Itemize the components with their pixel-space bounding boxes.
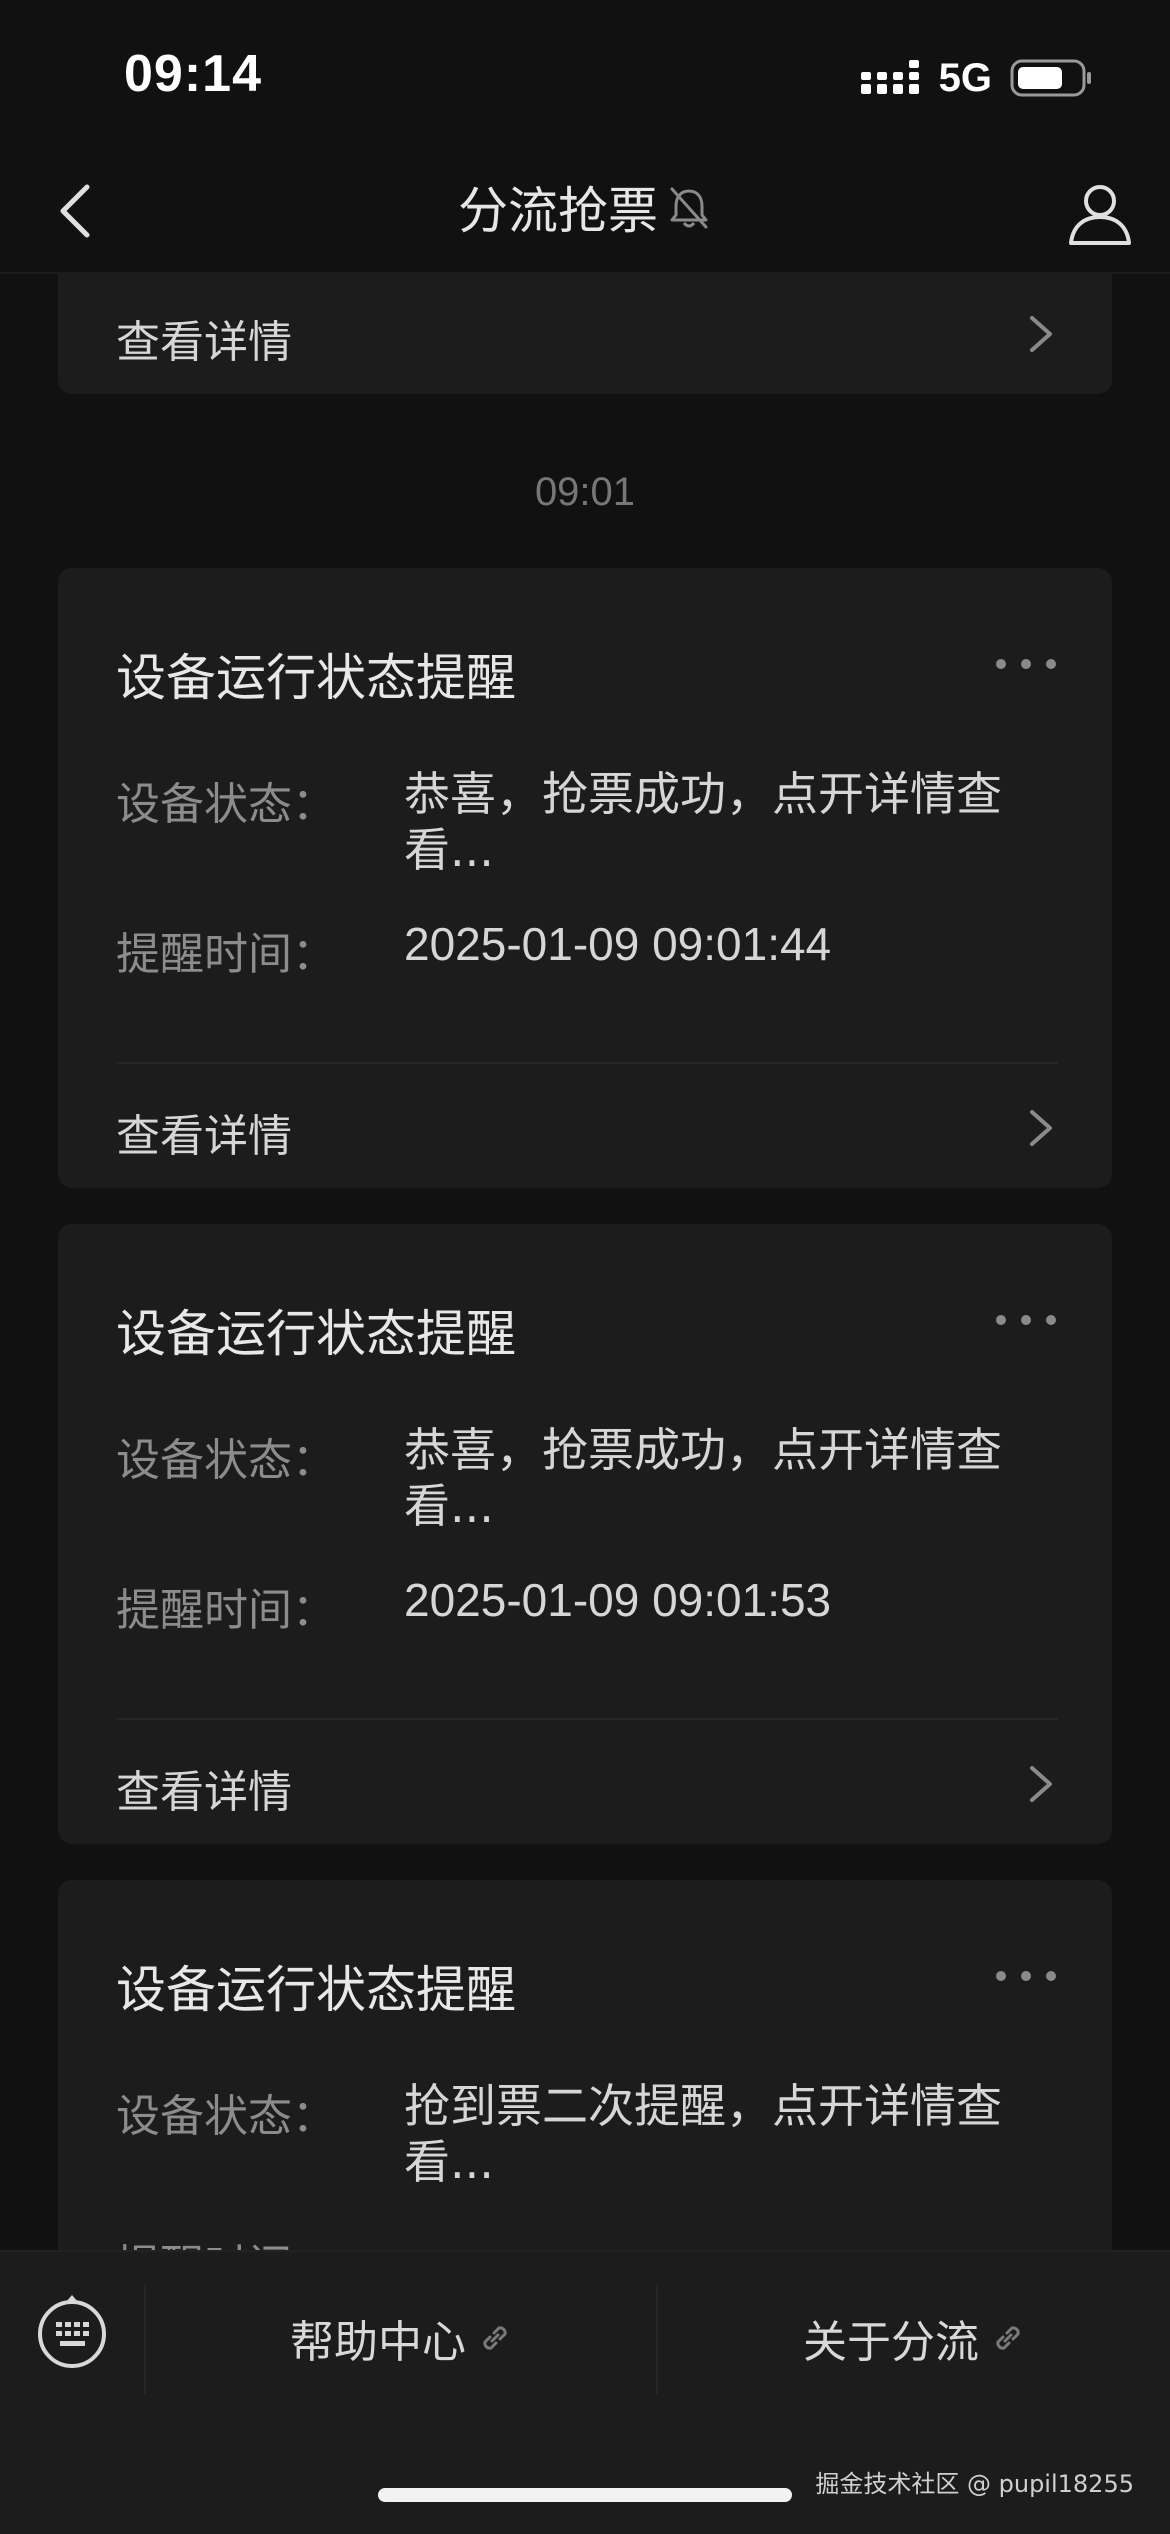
battery-icon: [1010, 59, 1091, 97]
more-options-icon[interactable]: [996, 656, 1056, 672]
status-value: 抢到票二次提醒，点开详情查看...: [404, 2079, 1002, 2189]
more-options-icon[interactable]: [996, 1312, 1056, 1328]
view-details-row[interactable]: 查看详情: [58, 1068, 1112, 1188]
menu-about[interactable]: 关于分流: [658, 2288, 1170, 2388]
chevron-right-icon: [1030, 1766, 1052, 1802]
nav-bar: 分流抢票: [0, 150, 1170, 274]
card-title: 设备运行状态提醒: [116, 1305, 516, 1363]
message-list[interactable]: 查看详情 09:01 设备运行状态提醒 设备状态： 恭喜，抢票成功，点开详情查看…: [0, 274, 1170, 2250]
keyboard-toggle-button[interactable]: [34, 2294, 110, 2370]
status-indicators: 5G: [860, 55, 1092, 100]
page-title: 分流抢票: [458, 182, 658, 240]
more-options-icon[interactable]: [996, 1968, 1056, 1984]
signal-icon: [860, 60, 919, 94]
message-card: 设备运行状态提醒 设备状态： 抢到票二次提醒，点开详情查看... 提醒时间：: [58, 1880, 1112, 2250]
status-time: 09:14: [124, 45, 262, 103]
chevron-right-icon: [1030, 1110, 1052, 1146]
network-label: 5G: [938, 55, 992, 100]
reminder-time-label: 提醒时间：: [116, 1585, 336, 1636]
status-bar: 09:14 5G: [0, 0, 1170, 150]
user-icon: [1069, 185, 1131, 245]
view-details-row[interactable]: 查看详情: [58, 274, 1112, 394]
link-icon: [996, 2326, 1020, 2350]
home-indicator[interactable]: [378, 2488, 792, 2502]
view-details-label: 查看详情: [116, 317, 292, 368]
view-details-label: 查看详情: [116, 1111, 292, 1162]
message-card: 设备运行状态提醒 设备状态： 恭喜，抢票成功，点开详情查看... 提醒时间： 2…: [58, 1224, 1112, 1844]
status-label: 设备状态：: [116, 779, 336, 830]
menu-help-center[interactable]: 帮助中心: [146, 2288, 656, 2388]
card-divider: [116, 1062, 1058, 1064]
watermark-text: 掘金技术社区 @ pupil18255: [815, 2470, 1134, 2498]
status-label: 设备状态：: [116, 1435, 336, 1486]
status-label: 设备状态：: [116, 2091, 336, 2142]
reminder-time-label: 提醒时间：: [116, 929, 336, 980]
reminder-time-value: 2025-01-09 09:01:44: [404, 918, 832, 970]
view-details-label: 查看详情: [116, 1767, 292, 1818]
status-value: 恭喜，抢票成功，点开详情查看...: [404, 1423, 1002, 1533]
link-icon: [483, 2326, 507, 2350]
chevron-right-icon: [1030, 316, 1052, 352]
reminder-time-value: 2025-01-09 09:01:53: [404, 1574, 832, 1626]
nav-title-group: 分流抢票: [0, 172, 1170, 242]
profile-button[interactable]: [1060, 174, 1140, 254]
card-title: 设备运行状态提醒: [116, 1961, 516, 2019]
message-card: 设备运行状态提醒 设备状态： 恭喜，抢票成功，点开详情查看... 提醒时间： 2…: [58, 568, 1112, 1188]
view-details-row[interactable]: 查看详情: [58, 1724, 1112, 1844]
timestamp: 09:01: [534, 470, 636, 514]
card-title: 设备运行状态提醒: [116, 649, 516, 707]
keyboard-icon: [38, 2295, 106, 2368]
message-card: 查看详情: [58, 274, 1112, 394]
bell-off-icon: [670, 187, 708, 229]
menu-label: 关于分流: [803, 2317, 979, 2368]
card-divider: [116, 1718, 1058, 1720]
menu-label: 帮助中心: [290, 2317, 466, 2368]
status-value: 恭喜，抢票成功，点开详情查看...: [404, 767, 1002, 877]
reminder-time-label: 提醒时间：: [116, 2230, 336, 2250]
